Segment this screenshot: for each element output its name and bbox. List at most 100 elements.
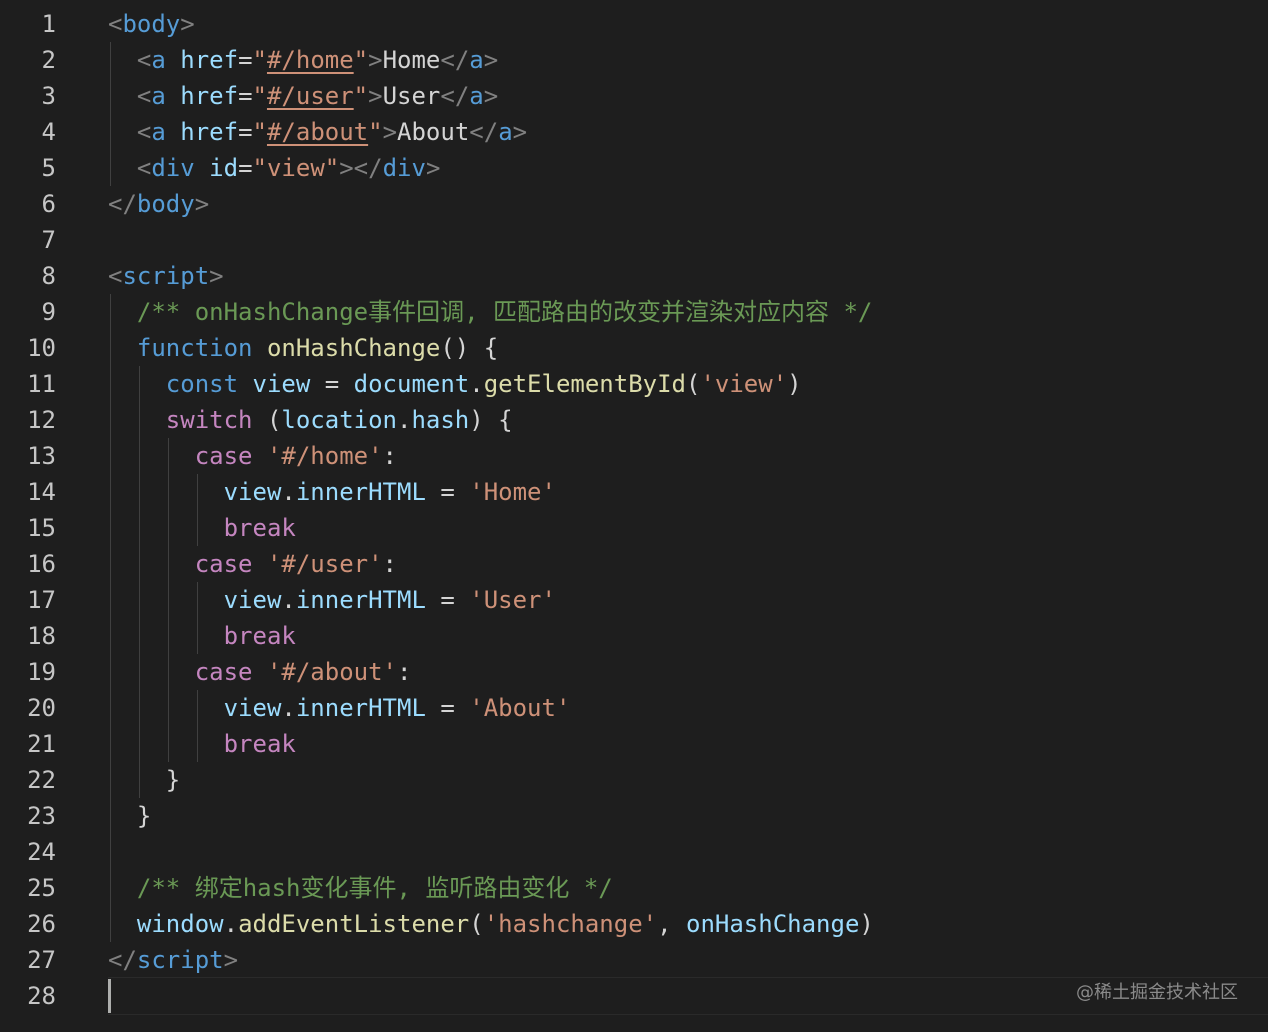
line-content: const view = document.getElementById('vi…	[108, 366, 802, 402]
code-token: window	[136, 910, 224, 938]
line-number: 20	[27, 694, 56, 722]
code-token: "view"	[252, 154, 340, 182]
code-token: <	[136, 82, 152, 110]
code-line[interactable]: 21 break	[0, 726, 1268, 762]
code-line[interactable]: 20 view.innerHTML = 'About'	[0, 690, 1268, 726]
code-token: >	[512, 118, 528, 146]
code-token: (	[252, 406, 282, 434]
line-content: switch (location.hash) {	[108, 402, 513, 438]
line-content: <script>	[108, 258, 224, 294]
code-token: div	[382, 154, 426, 182]
line-number: 4	[41, 118, 56, 146]
line-number: 2	[41, 46, 56, 74]
code-line[interactable]: 24	[0, 834, 1268, 870]
code-token: :	[382, 442, 397, 470]
line-number: 15	[27, 514, 56, 542]
line-content: function onHashChange() {	[108, 330, 498, 366]
code-token: href	[180, 46, 239, 74]
code-token: </	[108, 946, 137, 974]
line-content: /** onHashChange事件回调, 匹配路由的改变并渲染对应内容 */	[108, 294, 872, 330]
code-line[interactable]: 15 break	[0, 510, 1268, 546]
line-content: view.innerHTML = 'User'	[108, 582, 556, 618]
code-line[interactable]: 12 switch (location.hash) {	[0, 402, 1268, 438]
line-number: 11	[27, 370, 56, 398]
code-token: "	[252, 82, 267, 110]
code-token: >	[368, 46, 383, 74]
code-line[interactable]: 19 case '#/about':	[0, 654, 1268, 690]
code-line[interactable]: 13 case '#/home':	[0, 438, 1268, 474]
code-line[interactable]: 26 window.addEventListener('hashchange',…	[0, 906, 1268, 942]
code-line[interactable]: 17 view.innerHTML = 'User'	[0, 582, 1268, 618]
code-line[interactable]: 6 </body>	[0, 186, 1268, 222]
code-token: .	[281, 586, 296, 614]
code-line[interactable]: 2 <a href="#/home">Home</a>	[0, 42, 1268, 78]
code-token: >	[368, 82, 383, 110]
code-token: body	[122, 10, 181, 38]
code-line[interactable]: 9 /** onHashChange事件回调, 匹配路由的改变并渲染对应内容 *…	[0, 294, 1268, 330]
code-token: .	[469, 370, 484, 398]
code-token: =	[238, 82, 253, 110]
code-token: a	[498, 118, 513, 146]
line-number: 26	[27, 910, 56, 938]
line-number: 25	[27, 874, 56, 902]
code-token: '#/user'	[266, 550, 383, 578]
code-token: break	[223, 730, 296, 758]
code-line[interactable]: 10 function onHashChange() {	[0, 330, 1268, 366]
code-token: =	[238, 118, 253, 146]
code-token: .	[397, 406, 412, 434]
code-token: ></	[339, 154, 383, 182]
code-token: a	[151, 46, 166, 74]
code-token: >	[223, 946, 239, 974]
code-line[interactable]: 22 }	[0, 762, 1268, 798]
code-token: "	[353, 82, 369, 110]
code-token: <	[108, 262, 123, 290]
code-token: </	[440, 82, 470, 110]
code-line[interactable]: 1 <body>	[0, 6, 1268, 42]
line-number: 27	[27, 946, 56, 974]
code-line[interactable]: 7	[0, 222, 1268, 258]
code-line[interactable]: 5 <div id="view"></div>	[0, 150, 1268, 186]
code-token: About	[397, 118, 470, 146]
code-line[interactable]: 4 <a href="#/about">About</a>	[0, 114, 1268, 150]
code-line[interactable]: 25 /** 绑定hash变化事件, 监听路由变化 */	[0, 870, 1268, 906]
code-token: ,	[657, 910, 686, 938]
code-line[interactable]: 11 const view = document.getElementById(…	[0, 366, 1268, 402]
code-line[interactable]: 18 break	[0, 618, 1268, 654]
code-line[interactable]: 8 <script>	[0, 258, 1268, 294]
line-content: </body>	[108, 186, 209, 222]
code-token: href	[180, 82, 239, 110]
code-token: :	[382, 550, 397, 578]
line-number: 7	[41, 226, 56, 254]
code-token: case	[194, 442, 253, 470]
line-number: 9	[41, 298, 56, 326]
line-number: 6	[41, 190, 56, 218]
line-content: break	[108, 726, 296, 762]
code-token: .	[281, 478, 296, 506]
code-editor[interactable]: 1 <body> 2 <a href="#/home">Home</a> 3 <a h…	[0, 0, 1268, 1032]
code-line[interactable]: 3 <a href="#/user">User</a>	[0, 78, 1268, 114]
code-line[interactable]: 16 case '#/user':	[0, 546, 1268, 582]
code-token: break	[223, 622, 296, 650]
code-token: </	[469, 118, 499, 146]
line-number: 5	[41, 154, 56, 182]
code-token: location	[281, 406, 397, 434]
code-line[interactable]: 14 view.innerHTML = 'Home'	[0, 474, 1268, 510]
code-token: view	[252, 370, 311, 398]
line-number: 28	[27, 982, 56, 1010]
code-token: "	[252, 46, 267, 74]
line-content: <a href="#/home">Home</a>	[108, 42, 498, 78]
code-token: view	[223, 694, 282, 722]
code-token: #/user	[266, 82, 354, 110]
code-line[interactable]: 23 }	[0, 798, 1268, 834]
code-token: view	[223, 478, 282, 506]
code-line[interactable]: 27 </script>	[0, 942, 1268, 978]
